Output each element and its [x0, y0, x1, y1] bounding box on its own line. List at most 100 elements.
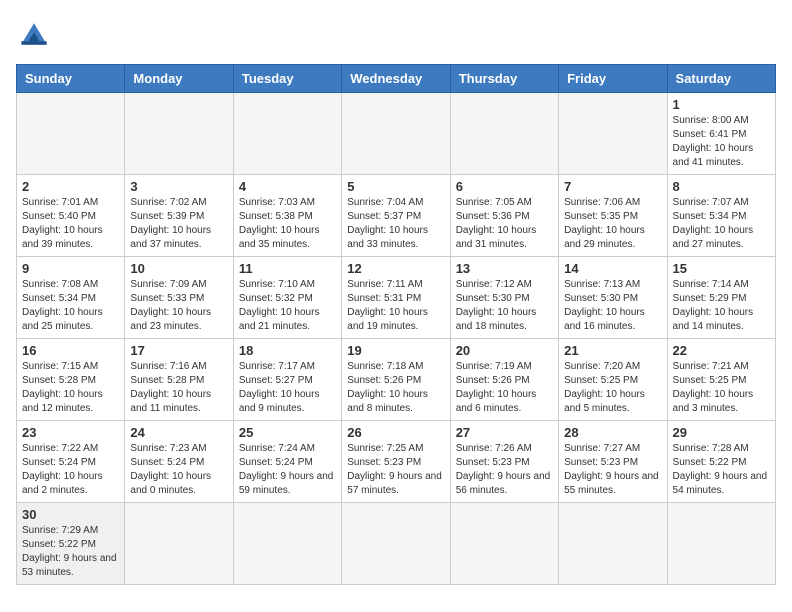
- day-number: 29: [673, 425, 770, 440]
- calendar-day-cell: 29 Sunrise: 7:28 AM Sunset: 5:22 PM Dayli…: [667, 421, 775, 503]
- calendar-day-cell: [342, 93, 450, 175]
- calendar-day-cell: 14Sunrise: 7:13 AM Sunset: 5:30 PM Dayli…: [559, 257, 667, 339]
- day-number: 30: [22, 507, 119, 522]
- calendar-week-4: 16Sunrise: 7:15 AM Sunset: 5:28 PM Dayli…: [17, 339, 776, 421]
- calendar-day-cell: 13Sunrise: 7:12 AM Sunset: 5:30 PM Dayli…: [450, 257, 558, 339]
- calendar-day-cell: 1 Sunrise: 8:00 AM Sunset: 6:41 PM Daylig…: [667, 93, 775, 175]
- day-number: 14: [564, 261, 661, 276]
- calendar-day-cell: 9Sunrise: 7:08 AM Sunset: 5:34 PM Daylig…: [17, 257, 125, 339]
- day-info: Sunrise: 7:26 AM Sunset: 5:23 PM Dayligh…: [456, 442, 553, 498]
- day-number: 27: [456, 425, 553, 440]
- calendar-day-cell: [450, 93, 558, 175]
- day-info: Sunrise: 7:06 AM Sunset: 5:35 PM Dayligh…: [564, 196, 661, 252]
- day-info: Sunrise: 7:03 AM Sunset: 5:38 PM Dayligh…: [239, 196, 336, 252]
- calendar-day-cell: 30 Sunrise: 7:29 AM Sunset: 5:22 PM Dayli…: [17, 503, 125, 585]
- calendar-week-3: 9Sunrise: 7:08 AM Sunset: 5:34 PM Daylig…: [17, 257, 776, 339]
- calendar-body: 1 Sunrise: 8:00 AM Sunset: 6:41 PM Daylig…: [17, 93, 776, 585]
- calendar-day-cell: 17Sunrise: 7:16 AM Sunset: 5:28 PM Dayli…: [125, 339, 233, 421]
- day-number: 21: [564, 343, 661, 358]
- calendar-day-cell: 12 Sunrise: 7:11 AM Sunset: 5:31 PM Dayli…: [342, 257, 450, 339]
- day-number: 13: [456, 261, 553, 276]
- day-number: 15: [673, 261, 770, 276]
- weekday-header-row: SundayMondayTuesdayWednesdayThursdayFrid…: [17, 65, 776, 93]
- day-number: 1: [673, 97, 770, 112]
- day-number: 22: [673, 343, 770, 358]
- day-number: 19: [347, 343, 444, 358]
- calendar-week-1: 1 Sunrise: 8:00 AM Sunset: 6:41 PM Daylig…: [17, 93, 776, 175]
- calendar-table: SundayMondayTuesdayWednesdayThursdayFrid…: [16, 64, 776, 585]
- weekday-header-sunday: Sunday: [17, 65, 125, 93]
- day-info: Sunrise: 8:00 AM Sunset: 6:41 PM Dayligh…: [673, 114, 770, 170]
- day-info: Sunrise: 7:29 AM Sunset: 5:22 PM Dayligh…: [22, 524, 119, 580]
- calendar-day-cell: 27 Sunrise: 7:26 AM Sunset: 5:23 PM Dayli…: [450, 421, 558, 503]
- calendar-day-cell: [342, 503, 450, 585]
- day-number: 12: [347, 261, 444, 276]
- day-info: Sunrise: 7:23 AM Sunset: 5:24 PM Dayligh…: [130, 442, 227, 498]
- calendar-day-cell: [559, 93, 667, 175]
- day-number: 20: [456, 343, 553, 358]
- calendar-day-cell: [667, 503, 775, 585]
- day-info: Sunrise: 7:08 AM Sunset: 5:34 PM Dayligh…: [22, 278, 119, 334]
- day-number: 10: [130, 261, 227, 276]
- day-number: 25: [239, 425, 336, 440]
- day-number: 2: [22, 179, 119, 194]
- calendar-day-cell: 28 Sunrise: 7:27 AM Sunset: 5:23 PM Dayli…: [559, 421, 667, 503]
- day-info: Sunrise: 7:10 AM Sunset: 5:32 PM Dayligh…: [239, 278, 336, 334]
- calendar-header: SundayMondayTuesdayWednesdayThursdayFrid…: [17, 65, 776, 93]
- calendar-week-2: 2 Sunrise: 7:01 AM Sunset: 5:40 PM Daylig…: [17, 175, 776, 257]
- weekday-header-monday: Monday: [125, 65, 233, 93]
- calendar-day-cell: 23 Sunrise: 7:22 AM Sunset: 5:24 PM Dayli…: [17, 421, 125, 503]
- day-info: Sunrise: 7:25 AM Sunset: 5:23 PM Dayligh…: [347, 442, 444, 498]
- day-number: 26: [347, 425, 444, 440]
- calendar-day-cell: [559, 503, 667, 585]
- calendar-day-cell: [233, 93, 341, 175]
- day-info: Sunrise: 7:22 AM Sunset: 5:24 PM Dayligh…: [22, 442, 119, 498]
- day-info: Sunrise: 7:05 AM Sunset: 5:36 PM Dayligh…: [456, 196, 553, 252]
- day-info: Sunrise: 7:16 AM Sunset: 5:28 PM Dayligh…: [130, 360, 227, 416]
- day-info: Sunrise: 7:09 AM Sunset: 5:33 PM Dayligh…: [130, 278, 227, 334]
- day-info: Sunrise: 7:04 AM Sunset: 5:37 PM Dayligh…: [347, 196, 444, 252]
- calendar-day-cell: 25 Sunrise: 7:24 AM Sunset: 5:24 PM Dayli…: [233, 421, 341, 503]
- calendar-day-cell: 20Sunrise: 7:19 AM Sunset: 5:26 PM Dayli…: [450, 339, 558, 421]
- day-number: 6: [456, 179, 553, 194]
- day-info: Sunrise: 7:21 AM Sunset: 5:25 PM Dayligh…: [673, 360, 770, 416]
- calendar-day-cell: 18Sunrise: 7:17 AM Sunset: 5:27 PM Dayli…: [233, 339, 341, 421]
- day-number: 23: [22, 425, 119, 440]
- calendar-day-cell: 26 Sunrise: 7:25 AM Sunset: 5:23 PM Dayli…: [342, 421, 450, 503]
- calendar-day-cell: [233, 503, 341, 585]
- calendar-day-cell: 6 Sunrise: 7:05 AM Sunset: 5:36 PM Daylig…: [450, 175, 558, 257]
- day-info: Sunrise: 7:28 AM Sunset: 5:22 PM Dayligh…: [673, 442, 770, 498]
- calendar-day-cell: [125, 503, 233, 585]
- day-number: 4: [239, 179, 336, 194]
- day-number: 5: [347, 179, 444, 194]
- day-info: Sunrise: 7:15 AM Sunset: 5:28 PM Dayligh…: [22, 360, 119, 416]
- calendar-day-cell: 4 Sunrise: 7:03 AM Sunset: 5:38 PM Daylig…: [233, 175, 341, 257]
- day-info: Sunrise: 7:07 AM Sunset: 5:34 PM Dayligh…: [673, 196, 770, 252]
- calendar-day-cell: 22 Sunrise: 7:21 AM Sunset: 5:25 PM Dayli…: [667, 339, 775, 421]
- day-info: Sunrise: 7:27 AM Sunset: 5:23 PM Dayligh…: [564, 442, 661, 498]
- day-number: 8: [673, 179, 770, 194]
- calendar-week-6: 30 Sunrise: 7:29 AM Sunset: 5:22 PM Dayli…: [17, 503, 776, 585]
- day-info: Sunrise: 7:11 AM Sunset: 5:31 PM Dayligh…: [347, 278, 444, 334]
- day-info: Sunrise: 7:24 AM Sunset: 5:24 PM Dayligh…: [239, 442, 336, 498]
- calendar-day-cell: 3 Sunrise: 7:02 AM Sunset: 5:39 PM Daylig…: [125, 175, 233, 257]
- calendar-day-cell: 21Sunrise: 7:20 AM Sunset: 5:25 PM Dayli…: [559, 339, 667, 421]
- day-info: Sunrise: 7:01 AM Sunset: 5:40 PM Dayligh…: [22, 196, 119, 252]
- calendar-day-cell: [17, 93, 125, 175]
- page-header: [16, 16, 776, 52]
- logo: [16, 16, 56, 52]
- calendar-day-cell: 19Sunrise: 7:18 AM Sunset: 5:26 PM Dayli…: [342, 339, 450, 421]
- day-info: Sunrise: 7:14 AM Sunset: 5:29 PM Dayligh…: [673, 278, 770, 334]
- calendar-day-cell: 15 Sunrise: 7:14 AM Sunset: 5:29 PM Dayli…: [667, 257, 775, 339]
- day-number: 11: [239, 261, 336, 276]
- weekday-header-thursday: Thursday: [450, 65, 558, 93]
- day-number: 24: [130, 425, 227, 440]
- weekday-header-tuesday: Tuesday: [233, 65, 341, 93]
- calendar-week-5: 23 Sunrise: 7:22 AM Sunset: 5:24 PM Dayli…: [17, 421, 776, 503]
- day-info: Sunrise: 7:17 AM Sunset: 5:27 PM Dayligh…: [239, 360, 336, 416]
- weekday-header-saturday: Saturday: [667, 65, 775, 93]
- day-number: 3: [130, 179, 227, 194]
- calendar-day-cell: 24 Sunrise: 7:23 AM Sunset: 5:24 PM Dayli…: [125, 421, 233, 503]
- day-info: Sunrise: 7:02 AM Sunset: 5:39 PM Dayligh…: [130, 196, 227, 252]
- day-number: 28: [564, 425, 661, 440]
